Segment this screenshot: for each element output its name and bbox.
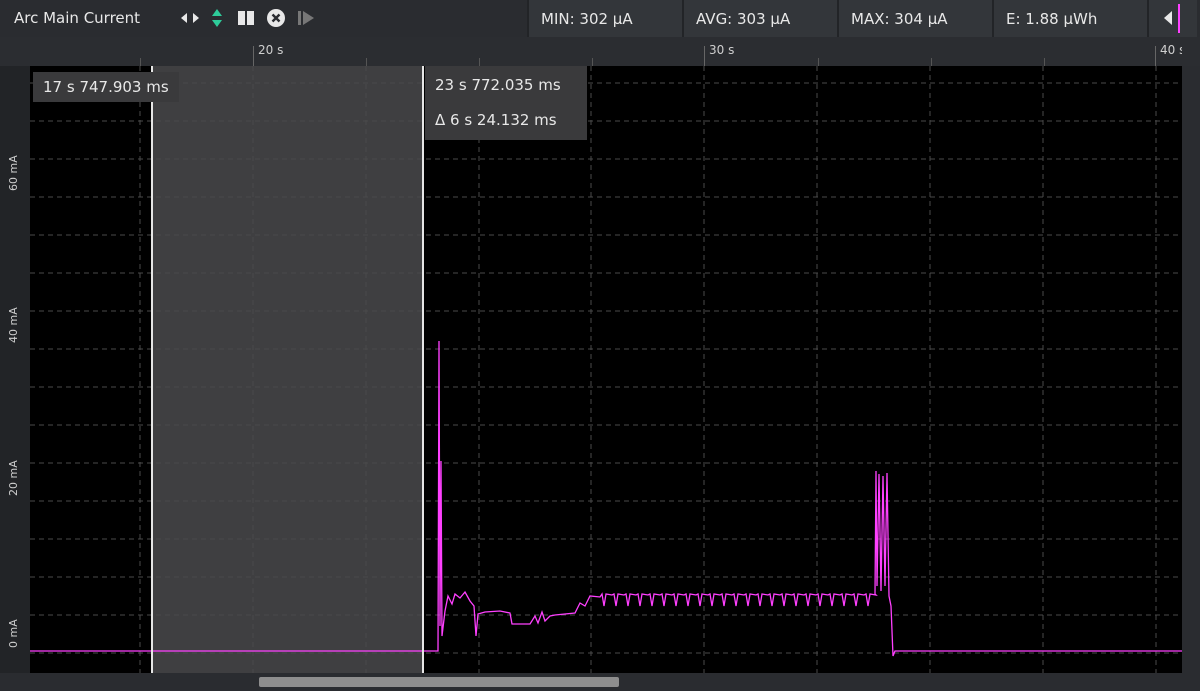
plot-area[interactable]: 17 s 747.903 ms 23 s 772.035 ms Δ 6 s 24… [30, 66, 1182, 673]
ruler-minor-tick [818, 58, 819, 66]
ruler-minor-tick [592, 58, 593, 66]
stat-avg: AVG: 303 µA [682, 0, 837, 37]
horizontal-scrollbar[interactable] [0, 673, 1200, 691]
cursor-b-time: 23 s 772.035 ms [435, 76, 561, 94]
y-axis: 60 mA 40 mA 20 mA 0 mA [0, 66, 30, 673]
cursor-b-line[interactable] [422, 66, 424, 673]
stats-bar: MIN: 302 µA AVG: 303 µA MAX: 304 µA E: 1… [527, 0, 1197, 37]
toolbar: Arc Main Current MIN: 302 µA AVG: 303 µA… [0, 0, 1200, 37]
play-icon[interactable] [296, 8, 316, 28]
stat-energy: E: 1.88 µWh [992, 0, 1147, 37]
trace-path [30, 340, 1182, 657]
ruler-label: 30 s [709, 43, 735, 57]
ruler-minor-tick [366, 58, 367, 66]
y-axis-label: 0 mA [7, 619, 20, 648]
ruler-tick [704, 46, 705, 66]
time-ruler[interactable]: 20 s 30 s 40 s [0, 37, 1200, 66]
ruler-minor-tick [479, 58, 480, 66]
ruler-minor-tick [931, 58, 932, 66]
current-trace [30, 340, 1182, 657]
chevron-left-icon [1164, 11, 1172, 25]
vertical-scrollbar[interactable] [1182, 66, 1200, 673]
y-axis-label: 60 mA [7, 155, 20, 191]
pan-horizontal-icon[interactable] [180, 8, 200, 28]
stats-collapse[interactable] [1147, 0, 1197, 37]
ruler-tick [1155, 46, 1156, 66]
cursor-b-info: 23 s 772.035 ms Δ 6 s 24.132 ms [425, 66, 587, 140]
clear-icon[interactable] [266, 8, 286, 28]
ruler-minor-tick [140, 58, 141, 66]
ruler-tick [253, 46, 254, 66]
stop-icon[interactable] [236, 8, 256, 28]
channel-title: Arc Main Current [14, 9, 141, 27]
ruler-label: 40 s [1160, 43, 1182, 57]
stat-max: MAX: 304 µA [837, 0, 992, 37]
y-axis-label: 40 mA [7, 307, 20, 343]
scrollbar-thumb[interactable] [259, 677, 619, 687]
zoom-vertical-icon[interactable] [207, 8, 227, 28]
channel-color-marker [1178, 4, 1180, 33]
ruler-minor-tick [1044, 58, 1045, 66]
y-axis-label: 20 mA [7, 460, 20, 496]
cursor-a-line[interactable] [151, 66, 153, 673]
ruler-label: 20 s [258, 43, 284, 57]
cursor-delta: Δ 6 s 24.132 ms [435, 111, 557, 129]
cursor-a-time: 17 s 747.903 ms [33, 72, 179, 102]
stat-min: MIN: 302 µA [527, 0, 682, 37]
